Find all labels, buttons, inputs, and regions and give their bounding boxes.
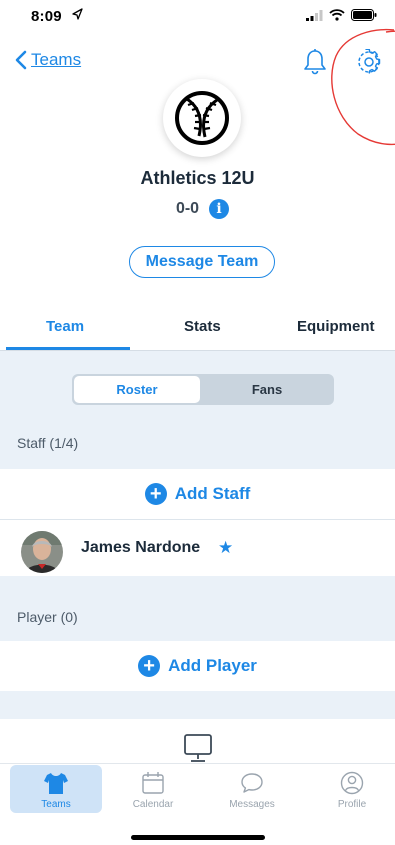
settings-gear-icon[interactable] [356,49,382,75]
chevron-left-icon [15,50,27,70]
roster-content: Roster Fans Staff (1/4) + Add Staff Jame… [0,351,395,763]
signal-icon [306,9,323,21]
tabbar-calendar-label: Calendar [132,799,174,810]
plus-circle-icon: + [144,483,167,505]
battery-icon [351,9,377,21]
team-tabs: Team Stats Equipment [0,308,395,351]
segment-fans[interactable]: Fans [202,376,332,403]
info-icon[interactable]: i [209,199,230,219]
monitor-icon [184,734,212,762]
add-staff-button[interactable]: + Add Staff [0,469,395,520]
plus-circle-icon: + [138,655,161,677]
staff-member-row[interactable]: James Nardone ★ [0,520,395,576]
team-name: Athletics 12U [140,168,255,188]
message-team-button[interactable]: Message Team [129,246,275,278]
tabbar-calendar[interactable]: Calendar [107,765,199,813]
tabbar-messages[interactable]: Messages [206,765,298,813]
wifi-icon [329,9,345,21]
empty-player-area [0,719,395,763]
profile-icon [340,771,364,795]
status-time: 8:09 [31,8,62,25]
star-icon: ★ [218,538,234,557]
back-to-teams-button[interactable]: Teams [14,50,81,70]
team-record: 0-0 [175,200,200,217]
status-bar: 8:09 [0,0,395,34]
player-section-header: Player (0) [17,609,78,625]
tab-stats[interactable]: Stats [184,318,221,335]
home-indicator [131,835,265,840]
tabbar-teams-label: Teams [41,799,71,810]
segment-roster[interactable]: Roster [74,376,200,403]
tabbar-messages-label: Messages [229,799,275,810]
add-player-button[interactable]: + Add Player [0,641,395,691]
calendar-icon [142,772,164,794]
baseball-icon [175,91,229,145]
tabbar-profile-label: Profile [337,799,367,810]
jersey-icon [44,773,68,794]
team-logo [163,79,241,157]
status-icons [306,9,377,21]
tabbar-teams[interactable]: Teams [10,765,102,813]
notification-bell-icon[interactable] [302,48,328,76]
location-arrow-icon [72,8,83,20]
staff-section-header: Staff (1/4) [17,435,79,451]
staff-member-name: James Nardone [81,539,201,556]
add-player-label: Add Player [168,656,257,675]
tab-equipment[interactable]: Equipment [297,318,375,335]
chat-bubble-icon [241,773,263,793]
roster-fans-segmented-control: Roster Fans [72,374,334,405]
tab-team[interactable]: Team [46,318,84,335]
tabbar-profile[interactable]: Profile [306,765,395,813]
back-label: Teams [31,50,82,69]
bottom-tab-bar: Teams Calendar Messages Profile [0,763,395,845]
record-row: 0-0 i [0,199,395,219]
add-staff-label: Add Staff [174,484,251,503]
avatar [21,531,63,573]
tab-selected-indicator [6,347,130,350]
